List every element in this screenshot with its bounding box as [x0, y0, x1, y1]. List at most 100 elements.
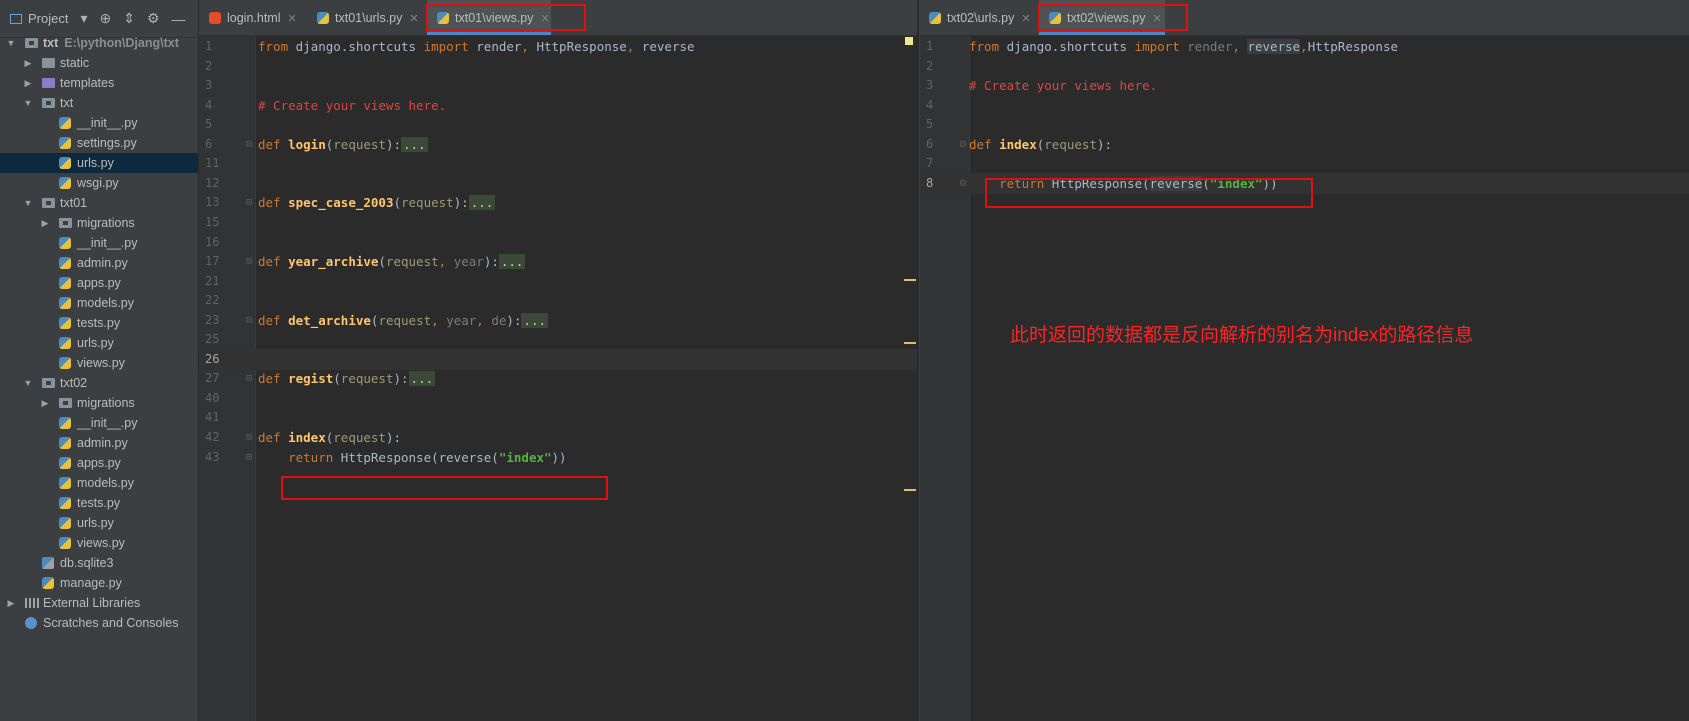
code-line[interactable]: 2: [199, 56, 917, 77]
fold-icon[interactable]: ⊟: [246, 251, 252, 272]
code-line[interactable]: 5: [920, 114, 1689, 135]
chevron-down-icon[interactable]: ▼: [6, 33, 16, 53]
chevron-right-icon[interactable]: ▶: [23, 73, 33, 93]
fold-icon[interactable]: ⊟: [246, 427, 252, 448]
tree-item[interactable]: urls.py: [0, 153, 198, 173]
gear-icon[interactable]: ⚙: [147, 10, 160, 27]
fold-icon[interactable]: ⊟: [246, 310, 252, 331]
scrollbar-marker[interactable]: [904, 342, 916, 344]
tree-item[interactable]: urls.py: [0, 513, 198, 533]
collapse-all-icon[interactable]: ⇕: [123, 10, 135, 27]
chevron-right-icon[interactable]: ▶: [40, 393, 50, 413]
locate-icon[interactable]: ⊕: [100, 10, 112, 27]
code-line[interactable]: 26: [199, 348, 917, 370]
tree-item[interactable]: views.py: [0, 533, 198, 553]
tree-item[interactable]: settings.py: [0, 133, 198, 153]
tree-item[interactable]: manage.py: [0, 573, 198, 593]
fold-icon[interactable]: ⊟: [246, 134, 252, 155]
fold-icon[interactable]: ⊟: [960, 134, 966, 155]
tree-item[interactable]: Scratches and Consoles: [0, 613, 198, 633]
code-line[interactable]: 23 ⊟ def det_archive(request, year, de):..…: [199, 310, 917, 331]
code-line[interactable]: 7: [920, 153, 1689, 174]
code-line[interactable]: 27 ⊟ def regist(request):...: [199, 368, 917, 389]
right-code-editor[interactable]: 1 from django.shortcuts import render, re…: [919, 36, 1689, 721]
code-line[interactable]: 41: [199, 407, 917, 428]
code-line[interactable]: 3: [199, 75, 917, 96]
tree-item[interactable]: tests.py: [0, 493, 198, 513]
code-line[interactable]: 11: [199, 153, 917, 174]
code-token: login: [288, 136, 326, 152]
tree-item[interactable]: ▶ External Libraries: [0, 593, 198, 613]
tab-txt02-views[interactable]: txt02\views.py ✕: [1039, 0, 1165, 35]
code-line[interactable]: 4 # Create your views here.: [199, 95, 917, 116]
tree-item[interactable]: views.py: [0, 353, 198, 373]
chevron-down-icon[interactable]: ▼: [23, 93, 33, 113]
code-line[interactable]: 13 ⊟ def spec_case_2003(request):...: [199, 192, 917, 213]
tree-item[interactable]: admin.py: [0, 253, 198, 273]
tree-item[interactable]: tests.py: [0, 313, 198, 333]
scrollbar-marker[interactable]: [904, 489, 916, 491]
tree-item[interactable]: ▼ txt01: [0, 193, 198, 213]
code-line[interactable]: 15: [199, 212, 917, 233]
project-view-selector[interactable]: Project: [28, 11, 68, 26]
code-line[interactable]: 6 ⊟ def login(request):...: [199, 134, 917, 155]
code-line[interactable]: 40: [199, 388, 917, 409]
code-line[interactable]: 5: [199, 114, 917, 135]
tree-item[interactable]: __init__.py: [0, 413, 198, 433]
close-icon[interactable]: ✕: [1153, 13, 1162, 25]
tree-item[interactable]: models.py: [0, 293, 198, 313]
code-line[interactable]: 21: [199, 271, 917, 292]
chevron-down-icon[interactable]: ▼: [23, 193, 33, 213]
fold-icon[interactable]: ⊟: [246, 368, 252, 389]
tree-item[interactable]: __init__.py: [0, 233, 198, 253]
code-line[interactable]: 43 ⊟ return HttpResponse(reverse("index")…: [199, 447, 917, 468]
chevron-right-icon[interactable]: ▶: [23, 53, 33, 73]
tab-txt01-views[interactable]: txt01\views.py ✕: [427, 0, 551, 35]
tree-item[interactable]: wsgi.py: [0, 173, 198, 193]
code-line[interactable]: 22: [199, 290, 917, 311]
hide-icon[interactable]: —: [172, 11, 186, 27]
code-line[interactable]: 42 ⊟ def index(request):: [199, 427, 917, 448]
close-icon[interactable]: ✕: [1021, 13, 1030, 25]
tree-item[interactable]: apps.py: [0, 453, 198, 473]
code-line[interactable]: 16: [199, 232, 917, 253]
tree-item[interactable]: urls.py: [0, 333, 198, 353]
code-line[interactable]: 25: [199, 329, 917, 350]
code-line[interactable]: 4: [920, 95, 1689, 116]
chevron-right-icon[interactable]: ▶: [6, 593, 16, 613]
inspection-status-icon[interactable]: [905, 37, 913, 45]
code-line[interactable]: 6 ⊟ def index(request):: [920, 134, 1689, 155]
code-line[interactable]: 1 from django.shortcuts import render, Ht…: [199, 36, 917, 57]
tree-item[interactable]: models.py: [0, 473, 198, 493]
close-icon[interactable]: ✕: [409, 13, 418, 25]
tree-item[interactable]: ▼ txt: [0, 93, 198, 113]
dropdown-arrow-icon[interactable]: ▾: [80, 10, 87, 27]
chevron-right-icon[interactable]: ▶: [40, 213, 50, 233]
tree-item[interactable]: apps.py: [0, 273, 198, 293]
code-line[interactable]: 1 from django.shortcuts import render, re…: [920, 36, 1689, 57]
left-code-editor[interactable]: 1 from django.shortcuts import render, Ht…: [199, 36, 917, 721]
fold-icon[interactable]: ⊟: [246, 192, 252, 213]
code-line[interactable]: 17 ⊟ def year_archive(request, year):...: [199, 251, 917, 272]
tree-item[interactable]: ▶ migrations: [0, 393, 198, 413]
tree-item[interactable]: ▼ txt02: [0, 373, 198, 393]
tree-item[interactable]: ▶ static: [0, 53, 198, 73]
code-line[interactable]: 12: [199, 173, 917, 194]
chevron-down-icon[interactable]: ▼: [23, 373, 33, 393]
tab-txt01-urls[interactable]: txt01\urls.py ✕: [307, 0, 439, 35]
code-line[interactable]: 3 # Create your views here.: [920, 75, 1689, 96]
close-icon[interactable]: ✕: [541, 13, 550, 25]
code-line[interactable]: 8 ⊟ return HttpResponse(reverse("index")): [920, 172, 1689, 194]
tree-item[interactable]: ▶ templates: [0, 73, 198, 93]
fold-icon[interactable]: ⊟: [960, 173, 966, 194]
scrollbar-marker[interactable]: [904, 279, 916, 281]
tree-item[interactable]: ▼ txt E:\python\Djang\txt: [0, 33, 198, 53]
tree-item[interactable]: admin.py: [0, 433, 198, 453]
tree-item[interactable]: ▶ migrations: [0, 213, 198, 233]
close-icon[interactable]: ✕: [288, 13, 297, 25]
tree-item[interactable]: __init__.py: [0, 113, 198, 133]
tree-item[interactable]: db.sqlite3: [0, 553, 198, 573]
tab-txt02-urls[interactable]: txt02\urls.py ✕: [919, 0, 1055, 35]
fold-icon[interactable]: ⊟: [246, 447, 252, 468]
code-line[interactable]: 2: [920, 56, 1689, 77]
